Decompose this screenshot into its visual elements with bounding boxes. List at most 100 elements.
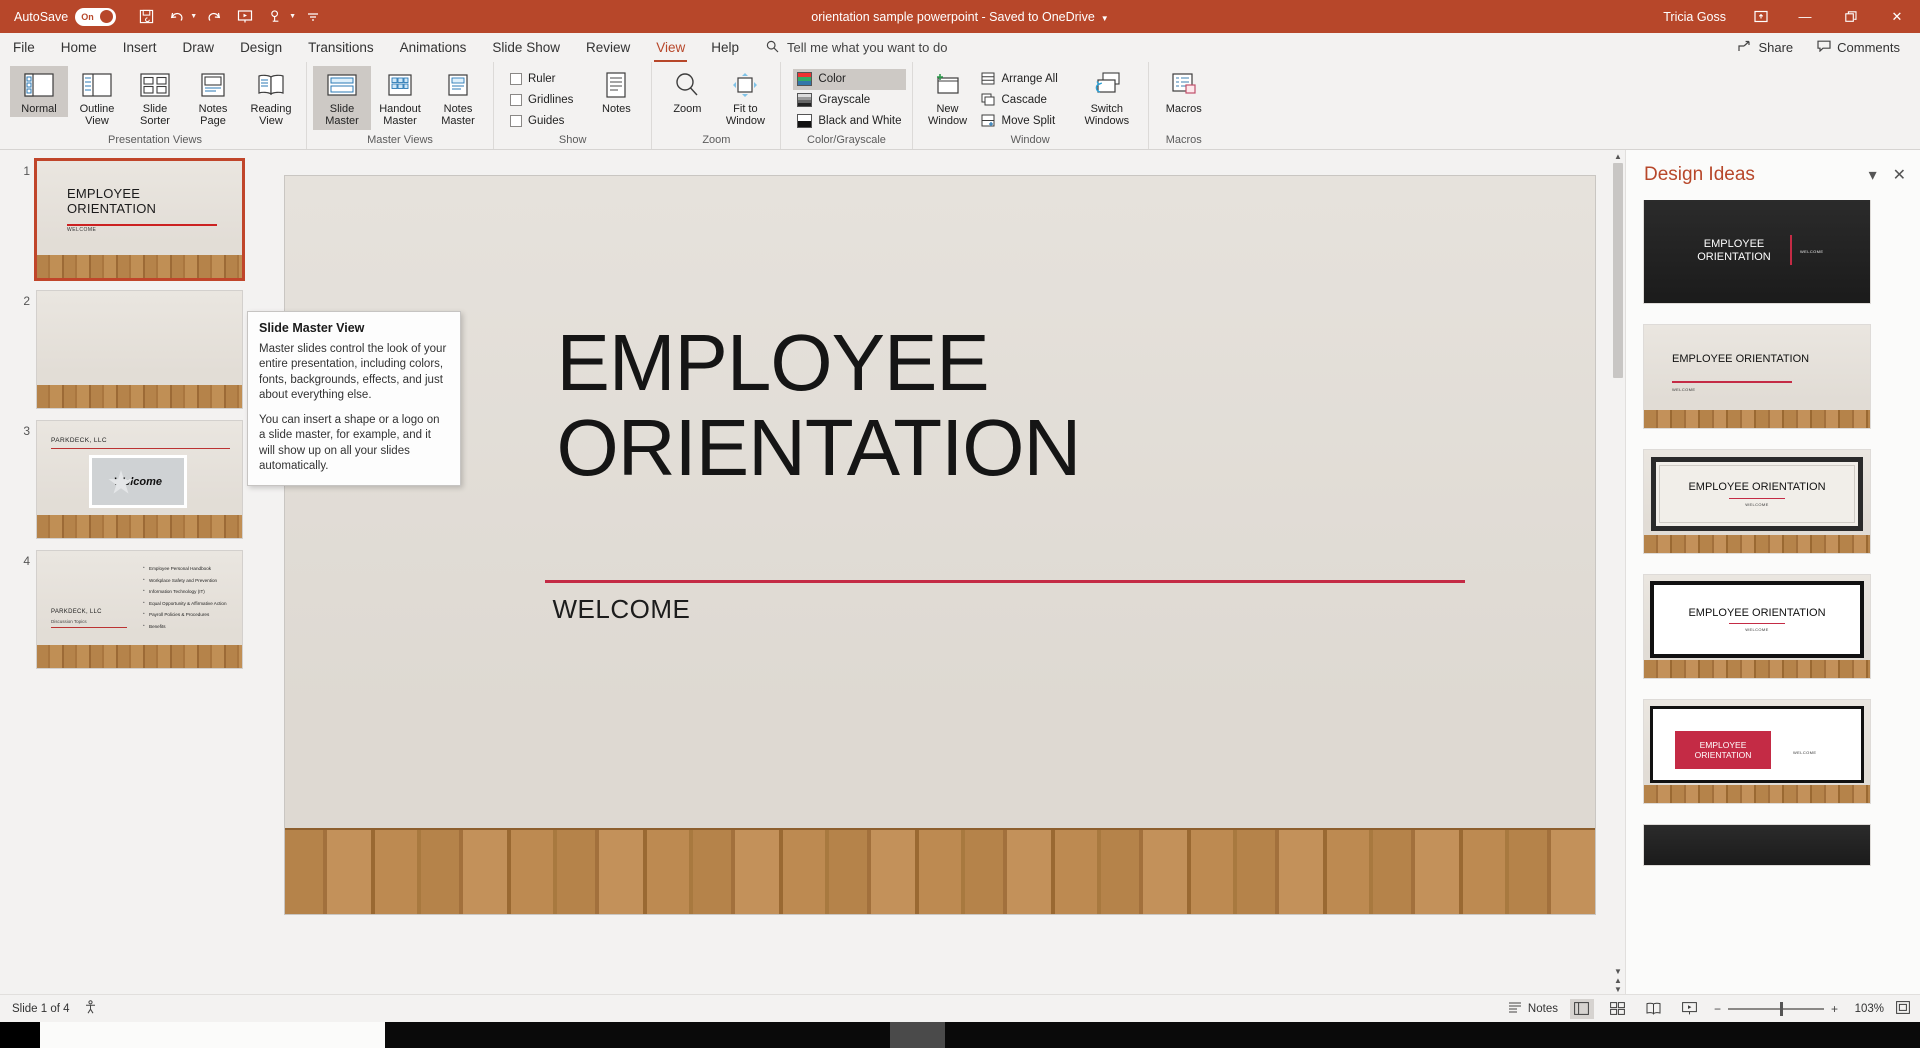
outline-view-button[interactable]: Outline View: [68, 66, 126, 130]
handout-master-button[interactable]: Handout Master: [371, 66, 429, 130]
redo-icon[interactable]: [200, 4, 228, 30]
next-slide-icon[interactable]: ▼: [1614, 985, 1622, 994]
zoom-level[interactable]: 103%: [1850, 1003, 1884, 1015]
tab-animations[interactable]: Animations: [387, 33, 480, 62]
share-button[interactable]: Share: [1728, 37, 1803, 59]
notes-master-button[interactable]: Notes Master: [429, 66, 487, 130]
scroll-down-icon[interactable]: ▼: [1614, 967, 1622, 976]
notes-button[interactable]: Notes: [587, 66, 645, 117]
tab-design[interactable]: Design: [227, 33, 295, 62]
thumbnail-row-2[interactable]: 2: [0, 290, 268, 409]
reading-view-button[interactable]: Reading View: [242, 66, 300, 130]
close-icon[interactable]: ✕: [1874, 0, 1920, 33]
slide-canvas-area[interactable]: EMPLOYEE ORIENTATION WELCOME: [268, 150, 1611, 994]
slide-thumbnail-3[interactable]: PARKDECK, LLC Welcome: [36, 420, 243, 539]
save-icon[interactable]: [132, 4, 160, 30]
design-ideas-list[interactable]: EMPLOYEE ORIENTATION WELCOME EMPLOYEE OR…: [1626, 200, 1920, 994]
arrange-all-button[interactable]: Arrange All: [977, 68, 1062, 89]
slide-thumbnail-4[interactable]: PARKDECK, LLC Discussion Topics Employee…: [36, 550, 243, 669]
zoom-slider[interactable]: − +: [1714, 1002, 1838, 1016]
notes-page-button[interactable]: Notes Page: [184, 66, 242, 130]
close-icon[interactable]: ✕: [1893, 165, 1906, 185]
normal-view-button[interactable]: Normal: [10, 66, 68, 117]
tab-view[interactable]: View: [643, 33, 698, 62]
design-idea-card-5[interactable]: EMPLOYEE ORIENTATION WELCOME: [1644, 700, 1870, 803]
slide-subtitle[interactable]: WELCOME: [553, 594, 691, 625]
ruler-checkbox[interactable]: Ruler: [506, 68, 577, 89]
guides-checkbox[interactable]: Guides: [506, 110, 577, 131]
chevron-down-icon[interactable]: ▾: [1869, 165, 1877, 185]
design-idea-card-6[interactable]: [1644, 825, 1870, 865]
new-window-button[interactable]: New Window: [919, 66, 977, 130]
design-idea-card-1[interactable]: EMPLOYEE ORIENTATION WELCOME: [1644, 200, 1870, 303]
thumbnail-row-3[interactable]: 3 PARKDECK, LLC Welcome: [0, 420, 268, 539]
tab-draw[interactable]: Draw: [170, 33, 228, 62]
slide-sorter-button[interactable]: Slide Sorter: [126, 66, 184, 130]
zoom-button[interactable]: Zoom: [658, 66, 716, 117]
slide-thumbnail-1[interactable]: EMPLOYEE ORIENTATION WELCOME: [36, 160, 243, 279]
autosave-control[interactable]: AutoSave On: [14, 8, 116, 26]
slide-counter[interactable]: Slide 1 of 4: [12, 1003, 70, 1015]
touch-mode-dropdown-icon[interactable]: ▼: [289, 13, 296, 20]
previous-slide-icon[interactable]: ▲: [1614, 976, 1622, 985]
tab-insert[interactable]: Insert: [110, 33, 170, 62]
gridlines-checkbox[interactable]: Gridlines: [506, 89, 577, 110]
zoom-in-button[interactable]: +: [1831, 1002, 1838, 1016]
slideshow-button[interactable]: [1678, 999, 1702, 1019]
document-title[interactable]: orientation sample powerpoint - Saved to…: [811, 10, 1094, 24]
zoom-slider-handle[interactable]: [1780, 1002, 1783, 1016]
fit-slide-to-window-icon[interactable]: [1896, 1001, 1910, 1017]
current-slide[interactable]: EMPLOYEE ORIENTATION WELCOME: [285, 176, 1595, 914]
zoom-out-button[interactable]: −: [1714, 1002, 1721, 1016]
scrollbar-thumb[interactable]: [1613, 163, 1623, 378]
tab-slide-show[interactable]: Slide Show: [479, 33, 573, 62]
thumbnail-row-1[interactable]: 1 EMPLOYEE ORIENTATION WELCOME: [0, 160, 268, 279]
move-split-button[interactable]: Move Split: [977, 110, 1062, 131]
tab-transitions[interactable]: Transitions: [295, 33, 387, 62]
slide-master-button[interactable]: Slide Master: [313, 66, 371, 130]
cascade-button[interactable]: Cascade: [977, 89, 1062, 110]
black-and-white-option[interactable]: Black and White: [793, 111, 905, 132]
fit-to-window-button[interactable]: Fit to Window: [716, 66, 774, 130]
design-idea-card-4[interactable]: EMPLOYEE ORIENTATION WELCOME: [1644, 575, 1870, 678]
restore-icon[interactable]: [1828, 0, 1874, 33]
notes-master-icon: [443, 70, 473, 100]
tab-file[interactable]: File: [0, 33, 48, 62]
group-label-macros: Macros: [1155, 132, 1213, 149]
touch-mode-icon[interactable]: [262, 4, 290, 30]
user-account[interactable]: Tricia Goss: [1663, 10, 1726, 24]
switch-windows-button[interactable]: Switch Windows: [1072, 66, 1142, 130]
slide-sorter-button[interactable]: [1606, 999, 1630, 1019]
accessibility-icon[interactable]: [84, 1000, 97, 1017]
thumb-title-1: EMPLOYEE ORIENTATION: [67, 187, 156, 216]
undo-dropdown-icon[interactable]: ▼: [190, 13, 197, 20]
normal-view-button[interactable]: [1570, 999, 1594, 1019]
thumbnail-row-4[interactable]: 4 PARKDECK, LLC Discussion Topics Employ…: [0, 550, 268, 669]
document-title-dropdown-icon[interactable]: ▼: [1101, 14, 1109, 23]
grayscale-option[interactable]: Grayscale: [793, 90, 905, 111]
zoom-slider-track[interactable]: [1728, 1008, 1824, 1010]
ribbon-display-options-icon[interactable]: [1740, 0, 1782, 33]
slide-thumbnail-pane[interactable]: 1 EMPLOYEE ORIENTATION WELCOME 2 3 PARKD…: [0, 150, 268, 994]
scroll-up-icon[interactable]: ▲: [1614, 152, 1622, 161]
canvas-scrollbar[interactable]: ▲ ▼ ▲ ▼: [1611, 150, 1625, 994]
color-option[interactable]: Color: [793, 69, 905, 90]
slide-title[interactable]: EMPLOYEE ORIENTATION: [557, 321, 1081, 491]
comments-button[interactable]: Comments: [1807, 37, 1910, 58]
notes-toggle-button[interactable]: Notes: [1508, 1001, 1558, 1016]
reading-view-button[interactable]: [1642, 999, 1666, 1019]
design-idea-card-2[interactable]: EMPLOYEE ORIENTATION WELCOME: [1644, 325, 1870, 428]
frame-inner: EMPLOYEE ORIENTATION WELCOME: [1659, 465, 1855, 523]
autosave-toggle[interactable]: On: [75, 8, 116, 26]
macros-button[interactable]: Macros: [1155, 66, 1213, 117]
undo-icon[interactable]: [163, 4, 191, 30]
tab-help[interactable]: Help: [698, 33, 752, 62]
design-idea-card-3[interactable]: EMPLOYEE ORIENTATION WELCOME: [1644, 450, 1870, 553]
slide-thumbnail-2[interactable]: [36, 290, 243, 409]
minimize-icon[interactable]: —: [1782, 0, 1828, 33]
customize-qat-icon[interactable]: [299, 4, 327, 30]
tell-me-box[interactable]: Tell me what you want to do: [766, 40, 947, 56]
tab-home[interactable]: Home: [48, 33, 110, 62]
tab-review[interactable]: Review: [573, 33, 643, 62]
start-presentation-icon[interactable]: [231, 4, 259, 30]
